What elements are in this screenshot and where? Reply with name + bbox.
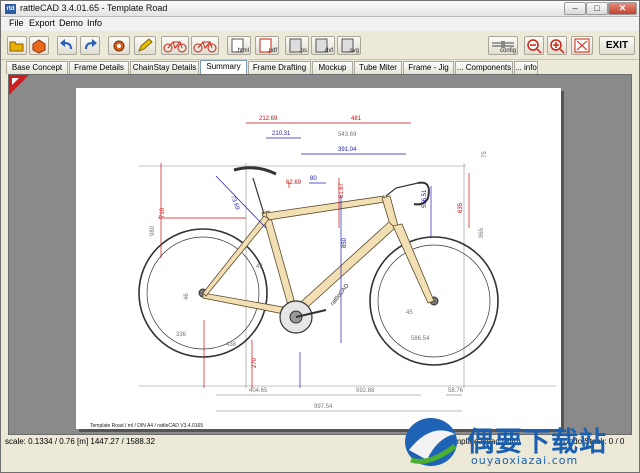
dim-42: 42 xyxy=(256,264,263,270)
dim-39104: 391.04 xyxy=(338,147,357,153)
bike-red-icon xyxy=(163,41,187,53)
title-bar: rtd rattleCAD 3.4.01.65 - Template Road … xyxy=(1,1,639,17)
dim-40465: 404.65 xyxy=(249,388,268,394)
tab-frame-details[interactable]: Frame Details xyxy=(69,61,129,74)
close-button[interactable]: ✕ xyxy=(608,2,637,15)
export-pdf-button[interactable]: .pdf xyxy=(255,36,279,55)
toolbar: .html .pdf .ps .dxf .svg config EXIT xyxy=(1,31,639,60)
edit-button[interactable] xyxy=(134,36,156,55)
tab-tube-miter[interactable]: Tube Miter xyxy=(354,61,402,74)
gear-icon xyxy=(113,40,125,52)
dim-75: 75 xyxy=(482,151,488,158)
tab-info[interactable]: ... info xyxy=(514,61,538,74)
open-folder-button[interactable] xyxy=(7,36,27,55)
dim-45: 45 xyxy=(406,310,413,316)
bike-drawing: rattleCAD 212.69 481 710 61.67 635 270 6… xyxy=(90,116,556,429)
folder-icon xyxy=(9,41,24,52)
menu-file[interactable]: File xyxy=(9,18,24,28)
dim-6167: 61.67 xyxy=(339,182,345,198)
dim-54369: 543.69 xyxy=(338,132,357,138)
bike-frame xyxy=(202,195,435,317)
fit-view-icon xyxy=(574,38,590,53)
watermark: 偶要下载站 ouyaoxiazai.com xyxy=(397,416,637,470)
zoom-out-icon xyxy=(527,39,542,54)
dim-55651: 556.51 xyxy=(422,189,428,208)
app-icon: rtd xyxy=(5,4,16,14)
dim-635: 635 xyxy=(458,202,464,213)
dim-80: 80 xyxy=(310,176,317,182)
tab-summary[interactable]: Summary xyxy=(200,60,247,74)
tab-base-concept[interactable]: Base Concept xyxy=(6,61,68,74)
export-svg-button[interactable]: .svg xyxy=(337,36,361,55)
tab-chainstay-details[interactable]: ChainStay Details xyxy=(130,61,199,74)
dim-850: 850 xyxy=(342,237,348,248)
drawing-canvas[interactable]: rattleCAD 212.69 481 710 61.67 635 270 6… xyxy=(8,74,632,435)
watermark-logo-icon xyxy=(405,418,457,466)
dim-965: 965 xyxy=(479,227,485,238)
menu-export[interactable]: Export xyxy=(29,18,55,28)
dim-980: 980 xyxy=(150,225,156,236)
tab-mockup[interactable]: Mockup xyxy=(312,61,353,74)
dim-99754: 997.54 xyxy=(314,404,333,410)
minimize-button[interactable]: – xyxy=(564,2,586,15)
dim-270: 270 xyxy=(252,357,258,368)
fit-view-button[interactable] xyxy=(571,36,593,55)
dim-46: 46 xyxy=(184,293,190,300)
menu-demo[interactable]: Demo xyxy=(59,18,83,28)
menu-bar: File Export Demo Info xyxy=(1,17,639,31)
open-template-button[interactable] xyxy=(29,36,49,55)
dim-5876: 58.76 xyxy=(448,388,464,394)
drawing-footer: Template Road / ml / DIN A4 / rattleCAD … xyxy=(90,423,203,429)
app-window: rtd rattleCAD 3.4.01.65 - Template Road … xyxy=(0,0,640,473)
box-icon xyxy=(32,39,46,54)
export-html-button[interactable]: .html xyxy=(227,36,251,55)
pencil-icon xyxy=(138,38,153,52)
menu-info[interactable]: Info xyxy=(87,18,102,28)
export-dxf-button[interactable]: .dxf xyxy=(311,36,335,55)
dim-438: 438 xyxy=(226,342,237,348)
dim-59288: 592.88 xyxy=(356,388,375,394)
zoom-in-icon xyxy=(550,39,565,54)
tab-bar: Base Concept Frame Details ChainStay Det… xyxy=(1,60,639,74)
frame-logo-text: rattleCAD xyxy=(330,283,351,308)
maximize-button[interactable]: □ xyxy=(586,2,608,15)
tab-frame-jig[interactable]: Frame - Jig xyxy=(403,61,454,74)
tab-frame-drafting[interactable]: Frame Drafting xyxy=(248,61,311,74)
zoom-in-button[interactable] xyxy=(547,36,567,55)
tab-components[interactable]: ... Components xyxy=(455,61,513,74)
bike-red-icon xyxy=(193,41,217,53)
crankset xyxy=(279,300,327,334)
corner-marker-icon[interactable] xyxy=(9,75,29,95)
dim-58654: 586.54 xyxy=(411,336,430,342)
exit-button[interactable]: EXIT xyxy=(599,36,635,55)
dim-6269: 62.69 xyxy=(286,180,302,186)
export-ps-button[interactable]: .ps xyxy=(285,36,309,55)
bike-view-button[interactable] xyxy=(161,36,189,55)
drawing-sheet: rattleCAD 212.69 481 710 61.67 635 270 6… xyxy=(76,88,561,429)
zoom-out-button[interactable] xyxy=(524,36,544,55)
dim-336: 336 xyxy=(176,332,187,338)
dim-212: 212.69 xyxy=(259,116,278,122)
undo-icon xyxy=(60,39,72,49)
status-scale: scale: 0.1334 / 0.76 [m] 1447.27 / 1588.… xyxy=(5,437,155,446)
undo-button[interactable] xyxy=(57,36,77,55)
watermark-url: ouyaoxiazai.com xyxy=(471,454,579,467)
dim-21031: 210.31 xyxy=(272,131,291,137)
bike-frame-button[interactable] xyxy=(191,36,219,55)
dim-481: 481 xyxy=(351,116,362,122)
redo-button[interactable] xyxy=(80,36,100,55)
dim-7369: 73.69 xyxy=(229,195,240,212)
settings-button[interactable] xyxy=(108,36,130,55)
dim-710: 710 xyxy=(160,207,166,218)
redo-icon xyxy=(85,39,97,49)
window-title: rattleCAD 3.4.01.65 - Template Road xyxy=(20,3,168,13)
config-button[interactable]: config xyxy=(488,36,518,55)
